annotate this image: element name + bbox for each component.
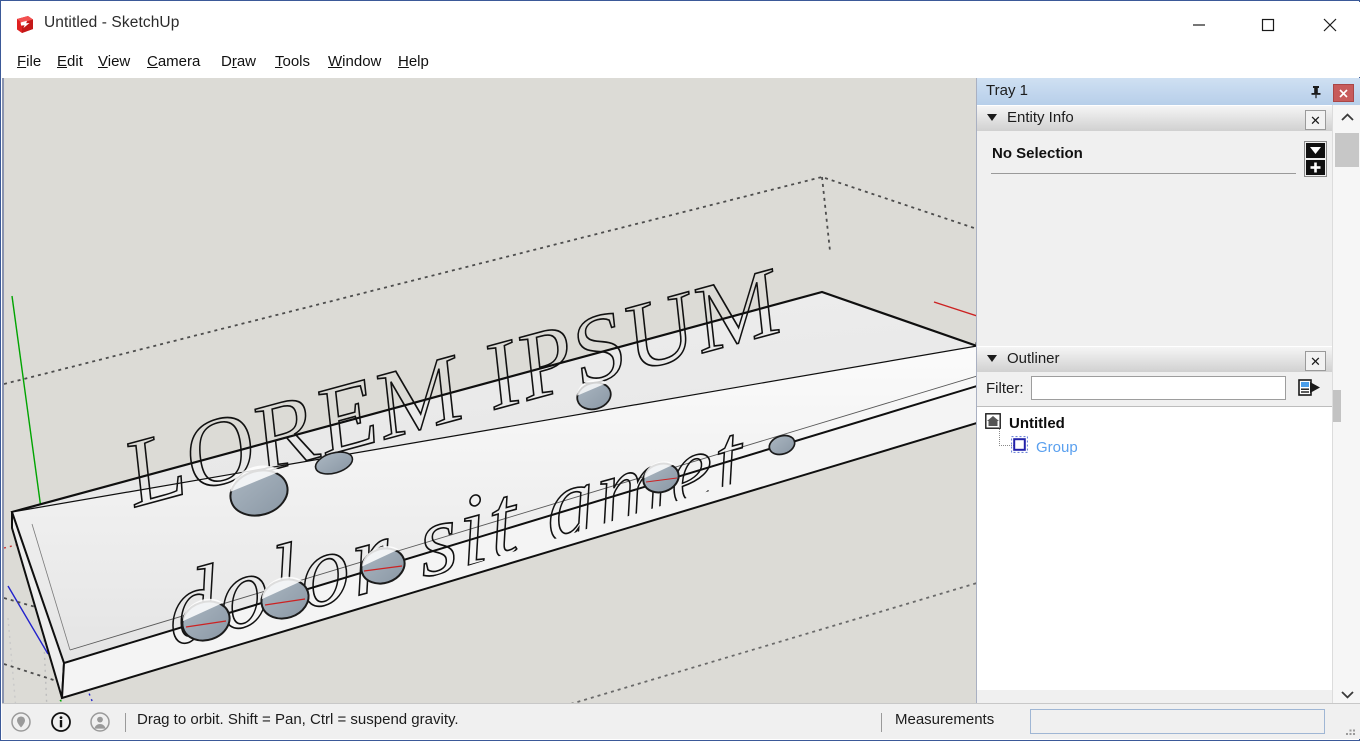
- menu-window[interactable]: Window: [323, 47, 386, 77]
- close-button[interactable]: [1300, 3, 1360, 47]
- collapse-half[interactable]: [1306, 143, 1325, 158]
- outliner-tree[interactable]: Untitled Group: [977, 406, 1332, 690]
- group-icon: [1010, 435, 1029, 458]
- tree-item-group[interactable]: Group: [1010, 435, 1078, 459]
- details-arrow-icon[interactable]: [1297, 376, 1323, 400]
- tree-item-untitled[interactable]: Untitled: [985, 411, 1065, 435]
- menu-tools[interactable]: Tools: [270, 47, 315, 77]
- minimize-button[interactable]: [1176, 3, 1222, 47]
- tree-item-label: Group: [1036, 438, 1078, 456]
- menu-camera[interactable]: Camera: [142, 47, 205, 77]
- tray-header: Tray 1: [977, 78, 1360, 106]
- status-message: Drag to orbit. Shift = Pan, Ctrl = suspe…: [137, 711, 459, 728]
- measurements-input[interactable]: [1030, 709, 1325, 734]
- chevron-up-icon[interactable]: [1333, 105, 1360, 129]
- account-icon[interactable]: [90, 712, 110, 732]
- geo-location-icon[interactable]: [11, 712, 31, 732]
- model-viewport[interactable]: LOREM IPSUM dolor sit amet: [2, 78, 977, 706]
- entity-info-title: Entity Info: [1007, 109, 1074, 126]
- filter-label: Filter:: [986, 380, 1024, 397]
- chevron-down-icon[interactable]: [987, 355, 997, 362]
- menu-help[interactable]: Help: [393, 47, 434, 77]
- tray-close-button[interactable]: [1333, 84, 1354, 102]
- status-bar: Drag to orbit. Shift = Pan, Ctrl = suspe…: [2, 703, 1360, 739]
- title-bar: Untitled - SketchUp: [2, 2, 1360, 47]
- outliner-body: Filter: Untitled Group: [977, 372, 1332, 690]
- divider: [991, 173, 1296, 174]
- tray-title: Tray 1: [986, 82, 1028, 99]
- expand-half[interactable]: [1306, 160, 1325, 175]
- scrollbar-thumb[interactable]: [1335, 133, 1359, 167]
- outliner-header[interactable]: Outliner ✕: [977, 346, 1332, 374]
- entity-info-body: No Selection: [977, 131, 1332, 344]
- entity-info-header[interactable]: Entity Info ✕: [977, 105, 1332, 133]
- measurements-label: Measurements: [895, 711, 995, 728]
- sketchup-logo-icon: [14, 14, 36, 36]
- maximize-button[interactable]: [1245, 3, 1291, 47]
- menu-draw[interactable]: Draw: [216, 47, 261, 77]
- tray-panel: Tray 1 Entity Info ✕ No Selection Outlin…: [976, 78, 1360, 706]
- entity-selection-status: No Selection: [992, 145, 1083, 162]
- outliner-close-button[interactable]: ✕: [1305, 351, 1326, 371]
- tray-scrollbar[interactable]: [1332, 105, 1360, 706]
- expand-collapse-icon[interactable]: [1304, 141, 1327, 177]
- window-title: Untitled - SketchUp: [44, 14, 180, 31]
- tree-item-label: Untitled: [1009, 414, 1065, 432]
- menu-file[interactable]: File: [12, 47, 46, 77]
- menu-bar: File Edit View Camera Draw Tools Window …: [2, 47, 1360, 77]
- resize-grip-icon[interactable]: [1343, 723, 1357, 737]
- pin-icon[interactable]: [1308, 84, 1324, 100]
- scrollbar-thumb-secondary[interactable]: [1333, 390, 1341, 422]
- menu-view[interactable]: View: [93, 47, 135, 77]
- entity-info-close-button[interactable]: ✕: [1305, 110, 1326, 130]
- sketchup-window: Untitled - SketchUp File Edit View Camer…: [0, 0, 1360, 741]
- menu-edit[interactable]: Edit: [52, 47, 88, 77]
- outliner-title: Outliner: [1007, 350, 1060, 367]
- divider: [881, 713, 882, 732]
- info-icon[interactable]: [51, 712, 71, 732]
- model-canvas: LOREM IPSUM dolor sit amet: [4, 78, 977, 706]
- chevron-down-icon[interactable]: [987, 114, 997, 121]
- filter-input[interactable]: [1031, 376, 1286, 400]
- divider: [125, 713, 126, 732]
